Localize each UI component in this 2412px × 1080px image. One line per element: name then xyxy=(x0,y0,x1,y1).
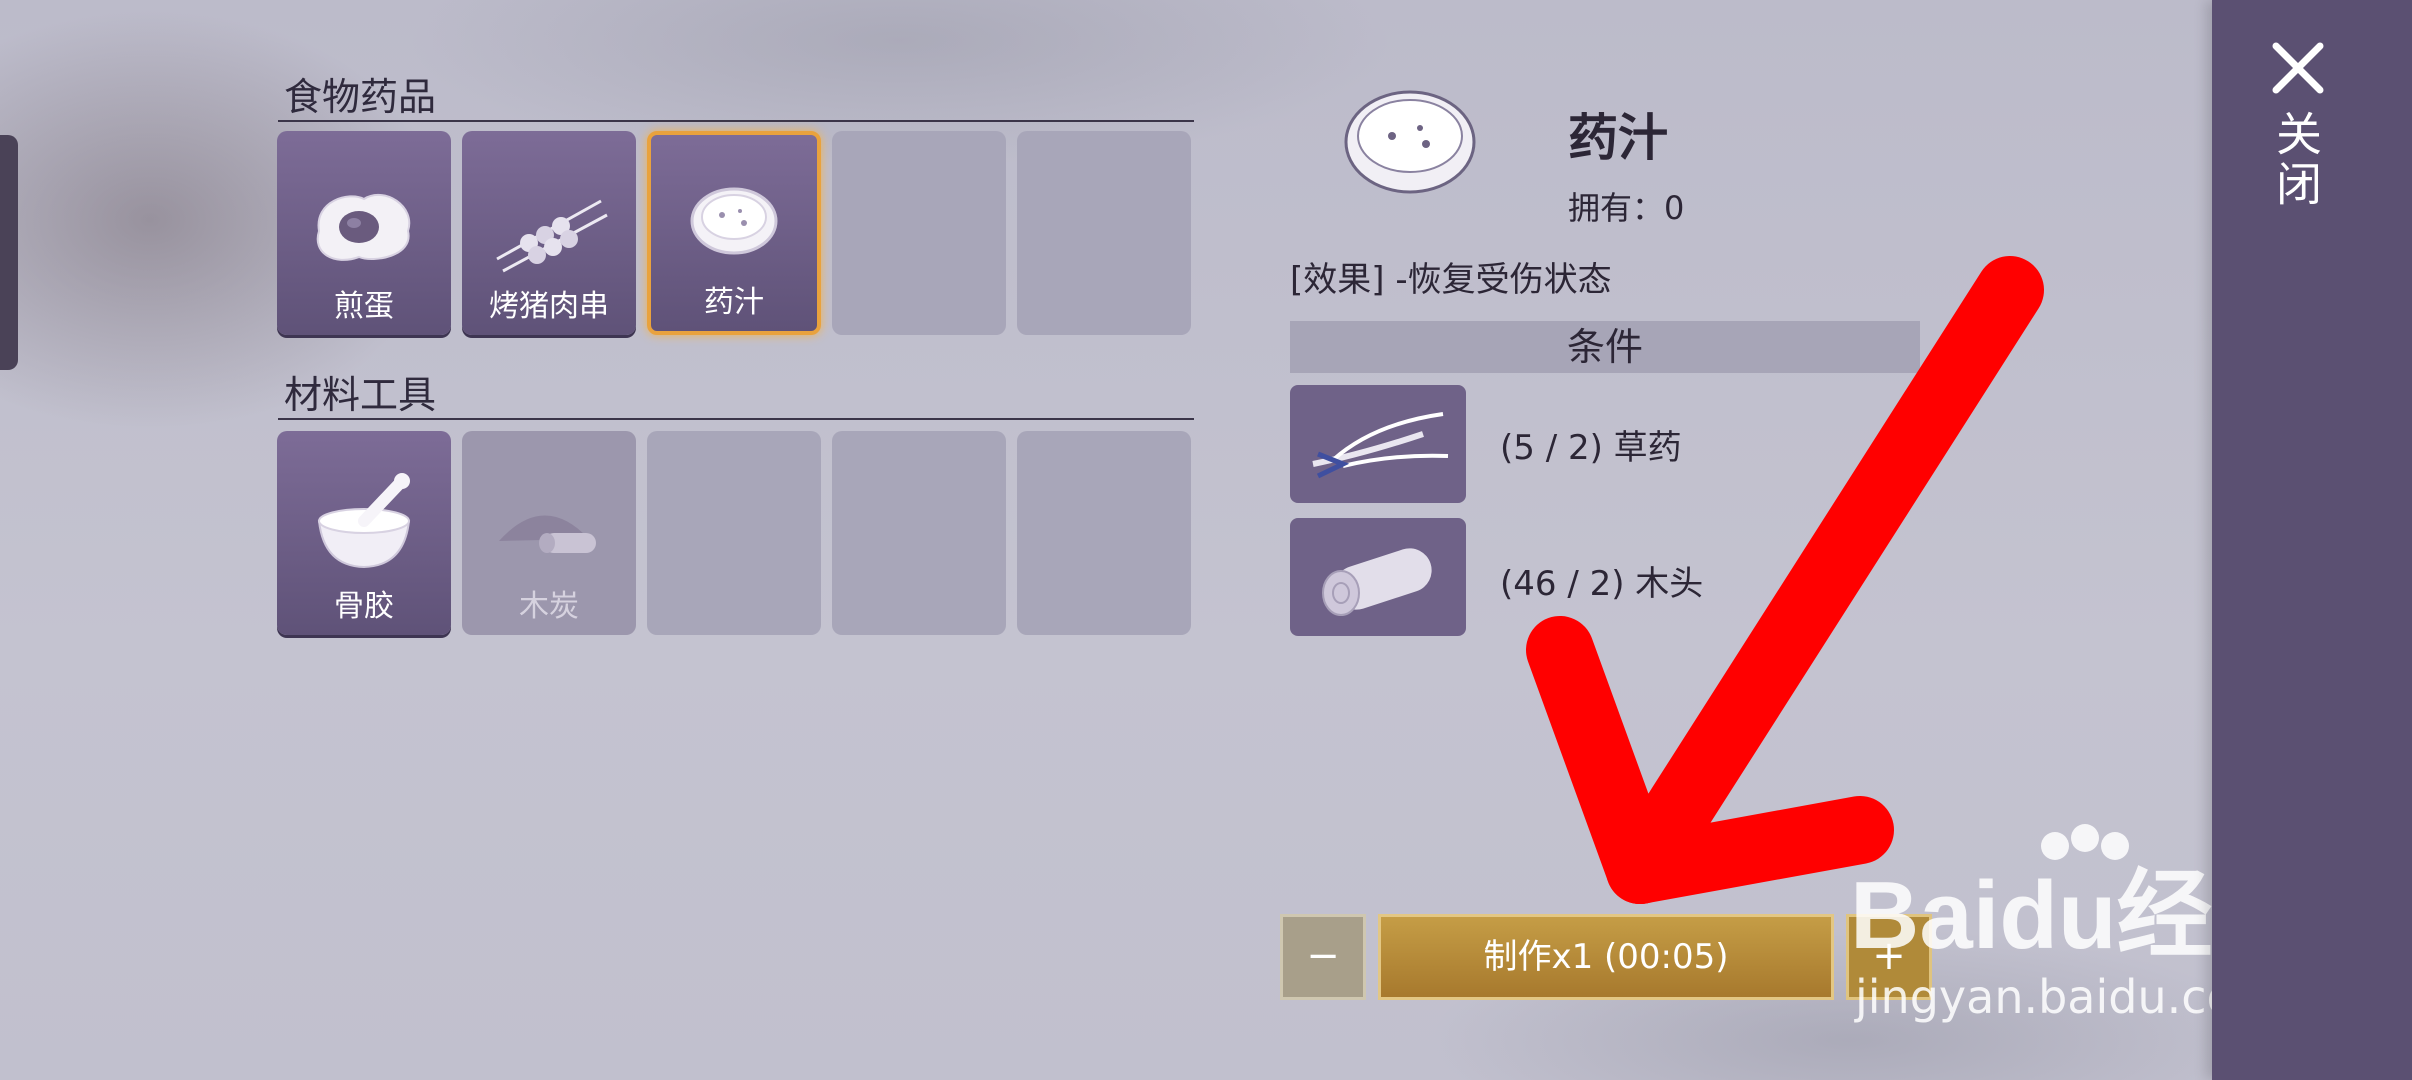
recipe-label: 煎蛋 xyxy=(334,289,394,324)
recipe-label: 药汁 xyxy=(704,285,764,320)
recipe-slot-empty[interactable] xyxy=(832,131,1006,335)
owned-value: 0 xyxy=(1664,189,1685,227)
material-slot-herb[interactable] xyxy=(1290,385,1466,503)
recipe-slot-fried-egg[interactable]: 煎蛋 xyxy=(277,131,451,335)
recipe-label: 骨胶 xyxy=(334,589,394,624)
recipe-slot-bone-glue[interactable]: 骨胶 xyxy=(277,431,451,635)
pork-skewer-icon xyxy=(496,199,608,273)
recipe-label: 烤猪肉串 xyxy=(489,289,609,324)
close-icon xyxy=(2272,42,2324,94)
recipe-slot-empty[interactable] xyxy=(647,431,821,635)
herb-icon xyxy=(1312,412,1449,479)
material-slot-wood[interactable] xyxy=(1290,518,1466,636)
bone-glue-mortar-icon xyxy=(317,473,411,569)
category-title-materials-tools: 材料工具 xyxy=(284,373,437,417)
item-name: 药汁 xyxy=(1568,109,1668,167)
recipe-slot-charcoal[interactable]: 木炭 xyxy=(462,431,636,635)
category-title-food-medicine: 食物药品 xyxy=(284,75,437,119)
recipe-label: 木炭 xyxy=(519,589,579,624)
recipe-slot-pork-skewer[interactable]: 烤猪肉串 xyxy=(462,131,636,335)
owned-count: 拥有：0 xyxy=(1568,183,1684,229)
decrease-quantity-button[interactable]: − xyxy=(1280,914,1366,1000)
close-button[interactable]: 关闭 xyxy=(2250,30,2380,230)
charcoal-icon xyxy=(499,515,596,553)
recipe-slot-empty[interactable] xyxy=(1017,431,1191,635)
close-label: 关闭 xyxy=(2269,110,2323,210)
recipe-slot-herbal-soup[interactable]: 药汁 xyxy=(647,131,821,335)
category-divider xyxy=(278,418,1194,420)
category-divider xyxy=(278,120,1194,122)
wood-log-icon xyxy=(1322,548,1432,616)
herbal-soup-bowl-icon xyxy=(690,187,778,255)
recipe-slot-empty[interactable] xyxy=(1017,131,1191,335)
herbal-soup-bowl-icon xyxy=(1344,90,1476,194)
side-drawer-handle[interactable] xyxy=(0,135,18,370)
recipe-slot-empty[interactable] xyxy=(832,431,1006,635)
owned-label: 拥有： xyxy=(1568,189,1665,227)
fried-egg-icon xyxy=(316,193,411,261)
